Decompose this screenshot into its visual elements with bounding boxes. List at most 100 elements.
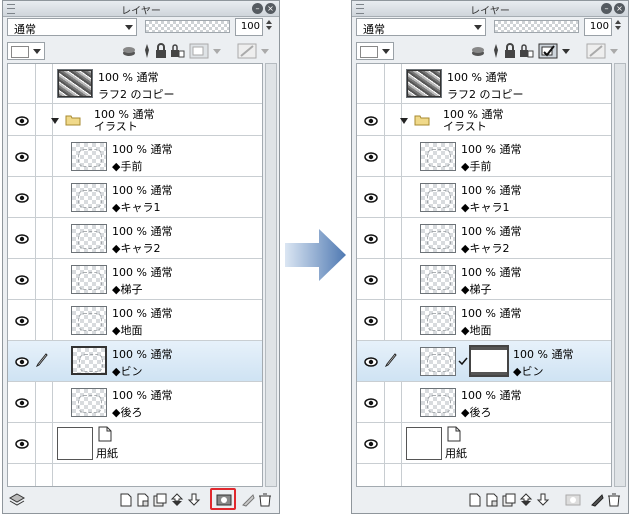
apply-mask-icon[interactable] — [590, 493, 604, 507]
new-raster-layer-icon[interactable] — [119, 493, 133, 507]
lock-transparency-icon[interactable] — [169, 43, 185, 59]
eye-icon[interactable] — [15, 398, 29, 408]
eye-icon[interactable] — [15, 357, 29, 367]
opacity-input[interactable]: 100 — [584, 18, 612, 36]
eye-icon[interactable] — [364, 193, 378, 203]
eye-icon[interactable] — [364, 439, 378, 449]
highlighted-button-frame — [210, 488, 236, 510]
layer-row[interactable]: 100 % 通常 ◆後ろ — [8, 382, 262, 423]
folder-icon — [414, 115, 430, 126]
new-raster-layer-icon[interactable] — [468, 493, 482, 507]
check-icon — [458, 357, 468, 366]
opacity-spinner[interactable] — [264, 18, 274, 36]
opacity-input[interactable]: 100 — [235, 18, 263, 36]
paper-layer-row[interactable]: 用紙 — [8, 423, 262, 464]
new-folder-icon[interactable] — [153, 493, 167, 507]
ruler-icon[interactable] — [241, 493, 255, 507]
layer-color-select[interactable] — [7, 42, 45, 60]
layer-stack-icon[interactable] — [9, 493, 25, 507]
layer-list[interactable]: 100 % 通常 ラフ2 のコピー 100 % 通常 イラスト 100 % 通常… — [7, 63, 263, 487]
layer-list[interactable]: 100 % 通常 ラフ2 のコピー 100 % 通常 イラスト 100 % 通常… — [356, 63, 612, 487]
eye-icon[interactable] — [364, 316, 378, 326]
mask-options-icon[interactable] — [586, 43, 620, 59]
layer-bottom-toolbar — [3, 488, 279, 513]
mask-options-icon[interactable] — [237, 43, 271, 59]
clip-layer-icon[interactable] — [189, 43, 223, 59]
eye-icon[interactable] — [364, 152, 378, 162]
mask-enable-icon[interactable] — [538, 43, 572, 59]
pencil-icon — [385, 353, 397, 367]
folder-icon — [65, 115, 81, 126]
layer-row[interactable]: 100 % 通常 ◆梯子 — [357, 259, 611, 300]
layer-row[interactable]: 100 % 通常 ◆手前 — [357, 136, 611, 177]
eye-icon[interactable] — [364, 275, 378, 285]
layer-row-selected[interactable]: 100 % 通常 ◆ビン — [8, 341, 262, 382]
eye-icon[interactable] — [364, 357, 378, 367]
close-icon[interactable]: × — [614, 3, 625, 14]
mask-icon[interactable] — [565, 493, 581, 507]
layer-list-scrollbar[interactable] — [265, 63, 277, 487]
reference-layer-icon[interactable] — [121, 43, 137, 59]
layer-row[interactable]: 100 % 通常 ◆キャラ1 — [8, 177, 262, 218]
layer-name: ◆キャラ2 — [112, 242, 161, 255]
minimize-icon[interactable]: – — [252, 3, 263, 14]
layer-folder-row[interactable]: 100 % 通常 イラスト — [357, 104, 611, 136]
eye-icon[interactable] — [15, 275, 29, 285]
layer-row-selected[interactable]: 100 % 通常 ◆ビン — [357, 341, 611, 382]
lock-transparency-icon[interactable] — [518, 43, 534, 59]
panel-titlebar[interactable]: レイヤー – × — [352, 1, 628, 17]
blend-mode-select[interactable]: 通常 — [7, 18, 137, 36]
layer-color-select[interactable] — [356, 42, 394, 60]
pencil-icon — [36, 353, 48, 367]
eye-icon[interactable] — [15, 439, 29, 449]
layer-opacity-mode: 100 % 通常 — [98, 71, 159, 84]
layer-opacity-mode: 100 % 通常 — [461, 225, 522, 238]
eye-icon[interactable] — [364, 234, 378, 244]
layer-list-scrollbar[interactable] — [614, 63, 626, 487]
merge-down-icon[interactable] — [187, 493, 201, 507]
eye-icon[interactable] — [364, 116, 378, 126]
blend-mode-select[interactable]: 通常 — [356, 18, 486, 36]
layer-row[interactable]: 100 % 通常 ◆キャラ2 — [357, 218, 611, 259]
lock-icon[interactable] — [153, 43, 169, 59]
eye-icon[interactable] — [15, 152, 29, 162]
opacity-slider[interactable] — [145, 20, 230, 33]
transfer-down-icon[interactable] — [170, 493, 184, 507]
layer-row[interactable]: 100 % 通常 ラフ2 のコピー — [8, 64, 262, 104]
layer-row[interactable]: 100 % 通常 ◆キャラ1 — [357, 177, 611, 218]
paper-layer-row[interactable]: 用紙 — [357, 423, 611, 464]
chevron-down-icon[interactable] — [51, 118, 59, 124]
eye-icon[interactable] — [15, 234, 29, 244]
layer-row[interactable]: 100 % 通常 ◆キャラ2 — [8, 218, 262, 259]
trash-icon[interactable] — [607, 493, 621, 507]
opacity-spinner[interactable] — [613, 18, 623, 36]
transfer-down-icon[interactable] — [519, 493, 533, 507]
close-icon[interactable]: × — [265, 3, 276, 14]
eye-icon[interactable] — [15, 316, 29, 326]
mask-thumbnail[interactable] — [469, 345, 509, 377]
new-vector-layer-icon[interactable] — [485, 493, 499, 507]
layer-opacity-mode: 100 % 通常 — [461, 143, 522, 156]
eye-icon[interactable] — [15, 193, 29, 203]
lock-icon[interactable] — [502, 43, 518, 59]
blend-mode-value: 通常 — [363, 23, 385, 36]
layer-thumbnail — [420, 388, 456, 417]
layer-row[interactable]: 100 % 通常 ◆地面 — [357, 300, 611, 341]
layer-row[interactable]: 100 % 通常 ◆梯子 — [8, 259, 262, 300]
merge-down-icon[interactable] — [536, 493, 550, 507]
panel-titlebar[interactable]: レイヤー – × — [3, 1, 279, 17]
layer-row[interactable]: 100 % 通常 ◆地面 — [8, 300, 262, 341]
trash-icon[interactable] — [258, 493, 272, 507]
eye-icon[interactable] — [15, 116, 29, 126]
layer-folder-row[interactable]: 100 % 通常 イラスト — [8, 104, 262, 136]
reference-layer-icon[interactable] — [470, 43, 486, 59]
opacity-slider[interactable] — [494, 20, 579, 33]
chevron-down-icon[interactable] — [400, 118, 408, 124]
layer-row[interactable]: 100 % 通常 ◆後ろ — [357, 382, 611, 423]
minimize-icon[interactable]: – — [601, 3, 612, 14]
layer-row[interactable]: 100 % 通常 ◆手前 — [8, 136, 262, 177]
layer-row[interactable]: 100 % 通常 ラフ2 のコピー — [357, 64, 611, 104]
eye-icon[interactable] — [364, 398, 378, 408]
new-folder-icon[interactable] — [502, 493, 516, 507]
new-vector-layer-icon[interactable] — [136, 493, 150, 507]
